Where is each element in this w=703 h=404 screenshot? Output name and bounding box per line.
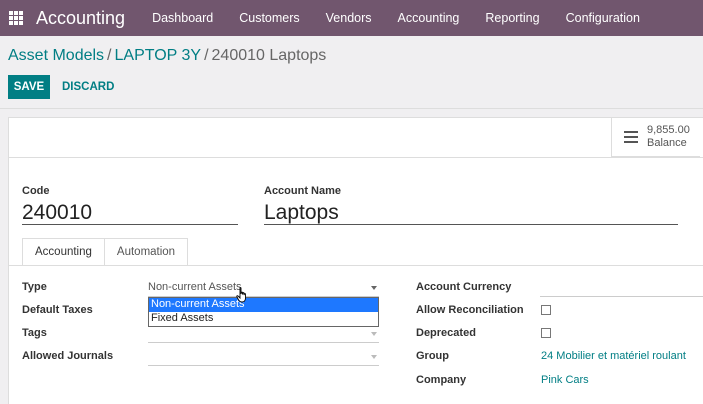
control-panel-divider xyxy=(0,108,703,109)
menu-dashboard[interactable]: Dashboard xyxy=(139,0,226,36)
tab-automation[interactable]: Automation xyxy=(103,238,189,266)
balance-label: Balance xyxy=(647,137,687,149)
allow-reconciliation-label: Allow Reconciliation xyxy=(416,304,524,316)
bars-icon xyxy=(624,131,638,143)
dropdown-option-non-current-assets[interactable]: Non-current Assets xyxy=(149,298,378,312)
tab-accounting[interactable]: Accounting xyxy=(22,238,105,266)
breadcrumb-laptop-3y[interactable]: LAPTOP 3Y xyxy=(115,47,202,64)
hand-cursor-icon xyxy=(236,287,246,303)
balance-stat: 9,855.00 Balance xyxy=(647,124,690,150)
allow-reconciliation-checkbox[interactable] xyxy=(541,305,551,315)
notebook-tabs: Accounting Automation xyxy=(22,238,189,266)
group-label: Group xyxy=(416,350,449,362)
breadcrumb-current: 240010 Laptops xyxy=(211,47,327,64)
code-underline xyxy=(22,224,238,225)
tabs-underline xyxy=(9,265,703,266)
code-field[interactable]: 240010 xyxy=(22,201,92,225)
default-taxes-label: Default Taxes xyxy=(22,304,93,316)
account-name-underline xyxy=(264,224,678,225)
company-label: Company xyxy=(416,374,467,386)
deprecated-checkbox[interactable] xyxy=(541,328,551,338)
form-sheet: 9,855.00 Balance Code 240010 Account Nam… xyxy=(8,117,703,404)
breadcrumb-separator: / xyxy=(204,47,209,64)
account-name-label: Account Name xyxy=(264,185,342,197)
account-currency-label: Account Currency xyxy=(416,281,512,293)
breadcrumb-separator: / xyxy=(107,47,112,64)
group-link[interactable]: 24 Mobilier et matériel roulant xyxy=(541,350,686,362)
menu-vendors[interactable]: Vendors xyxy=(313,0,385,36)
tags-dropdown-icon[interactable] xyxy=(371,332,377,336)
allowed-journals-input[interactable] xyxy=(148,365,379,366)
account-name-field[interactable]: Laptops xyxy=(264,201,339,225)
tags-label: Tags xyxy=(22,327,47,339)
type-dropdown-icon[interactable] xyxy=(371,286,377,290)
type-select[interactable]: Non-current Assets xyxy=(148,281,242,293)
company-link[interactable]: Pink Cars xyxy=(541,374,589,386)
allowed-journals-label: Allowed Journals xyxy=(22,350,114,362)
breadcrumb-asset-models[interactable]: Asset Models xyxy=(8,47,104,64)
account-currency-input[interactable] xyxy=(540,296,703,297)
balance-button[interactable]: 9,855.00 Balance xyxy=(611,118,700,157)
dropdown-option-fixed-assets[interactable]: Fixed Assets xyxy=(149,312,378,326)
menu-configuration[interactable]: Configuration xyxy=(553,0,653,36)
sheet-divider xyxy=(9,157,703,158)
app-name[interactable]: Accounting xyxy=(36,8,125,29)
allowed-journals-dropdown-icon[interactable] xyxy=(371,355,377,359)
tags-input[interactable] xyxy=(148,342,379,343)
type-dropdown-list: Non-current Assets Fixed Assets xyxy=(148,297,379,327)
deprecated-label: Deprecated xyxy=(416,327,476,339)
menu-reporting[interactable]: Reporting xyxy=(472,0,552,36)
apps-menu-icon[interactable] xyxy=(9,11,23,25)
type-label: Type xyxy=(22,281,47,293)
menu-customers[interactable]: Customers xyxy=(226,0,312,36)
code-label: Code xyxy=(22,185,50,197)
balance-amount: 9,855.00 xyxy=(647,124,690,136)
top-navbar: Accounting Dashboard Customers Vendors A… xyxy=(0,0,703,36)
main-menu: Dashboard Customers Vendors Accounting R… xyxy=(139,0,653,36)
discard-button[interactable]: DISCARD xyxy=(56,75,120,99)
breadcrumb: Asset Models / LAPTOP 3Y/240010 Laptops xyxy=(8,47,326,65)
menu-accounting[interactable]: Accounting xyxy=(385,0,473,36)
save-button[interactable]: SAVE xyxy=(8,75,50,99)
